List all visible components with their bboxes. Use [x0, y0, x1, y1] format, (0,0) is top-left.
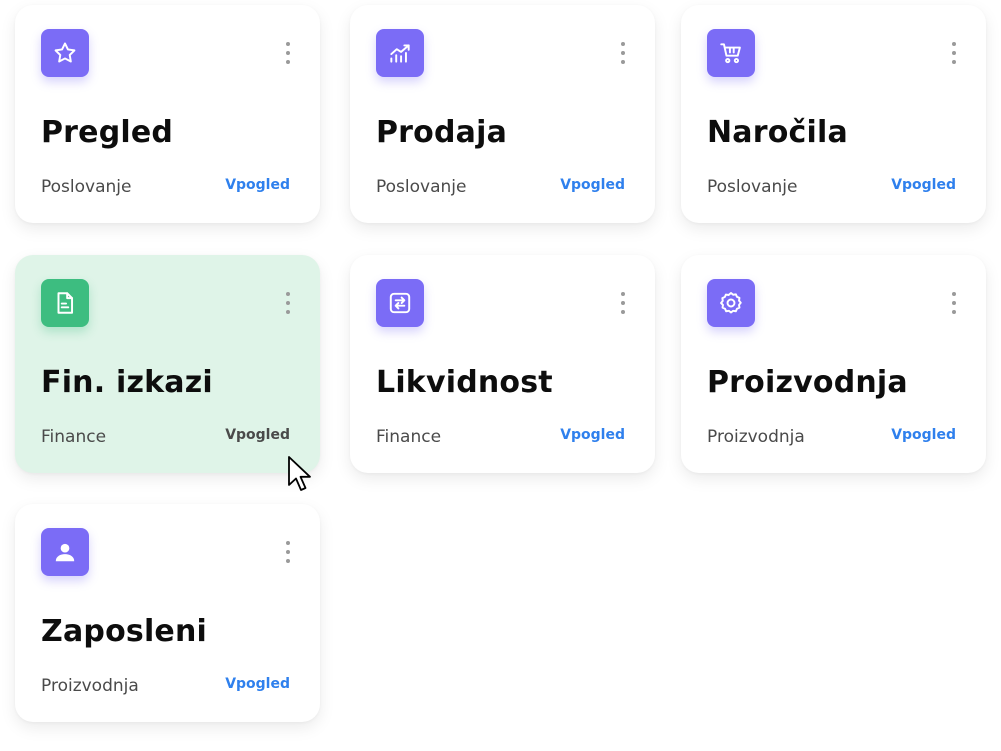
more-options-icon[interactable]: [613, 289, 633, 317]
more-options-icon[interactable]: [944, 289, 964, 317]
card-category: Finance: [41, 427, 107, 447]
card-title: Zaposleni: [41, 614, 208, 649]
view-link[interactable]: Vpogled: [560, 177, 625, 193]
view-link[interactable]: Vpogled: [225, 676, 290, 692]
view-link[interactable]: Vpogled: [225, 427, 290, 443]
card-title: Likvidnost: [376, 365, 553, 400]
view-link[interactable]: Vpogled: [225, 177, 290, 193]
view-link[interactable]: Vpogled: [891, 177, 956, 193]
card-title: Pregled: [41, 115, 174, 150]
more-options-icon[interactable]: [278, 39, 298, 67]
card-title: Proizvodnja: [707, 365, 908, 400]
gear-icon: [707, 279, 755, 327]
star-icon: [41, 29, 89, 77]
card-title: Prodaja: [376, 115, 508, 150]
document-icon: [41, 279, 89, 327]
more-options-icon[interactable]: [278, 538, 298, 566]
card-category: Finance: [376, 427, 442, 447]
card-title: Naročila: [707, 115, 848, 150]
more-options-icon[interactable]: [278, 289, 298, 317]
exchange-icon: [376, 279, 424, 327]
card-fin-izkazi[interactable]: Fin. izkazi Finance Vpogled: [15, 255, 320, 473]
card-title: Fin. izkazi: [41, 365, 213, 400]
card-category: Poslovanje: [376, 177, 467, 197]
view-link[interactable]: Vpogled: [560, 427, 625, 443]
more-options-icon[interactable]: [613, 39, 633, 67]
card-pregled[interactable]: Pregled Poslovanje Vpogled: [15, 5, 320, 223]
card-category: Proizvodnja: [707, 427, 805, 447]
chart-up-icon: [376, 29, 424, 77]
card-narocila[interactable]: Naročila Poslovanje Vpogled: [681, 5, 986, 223]
card-zaposleni[interactable]: Zaposleni Proizvodnja Vpogled: [15, 504, 320, 722]
card-likvidnost[interactable]: Likvidnost Finance Vpogled: [350, 255, 655, 473]
cart-icon: [707, 29, 755, 77]
card-category: Poslovanje: [707, 177, 798, 197]
card-proizvodnja[interactable]: Proizvodnja Proizvodnja Vpogled: [681, 255, 986, 473]
card-category: Poslovanje: [41, 177, 132, 197]
more-options-icon[interactable]: [944, 39, 964, 67]
card-prodaja[interactable]: Prodaja Poslovanje Vpogled: [350, 5, 655, 223]
card-category: Proizvodnja: [41, 676, 139, 696]
view-link[interactable]: Vpogled: [891, 427, 956, 443]
user-icon: [41, 528, 89, 576]
